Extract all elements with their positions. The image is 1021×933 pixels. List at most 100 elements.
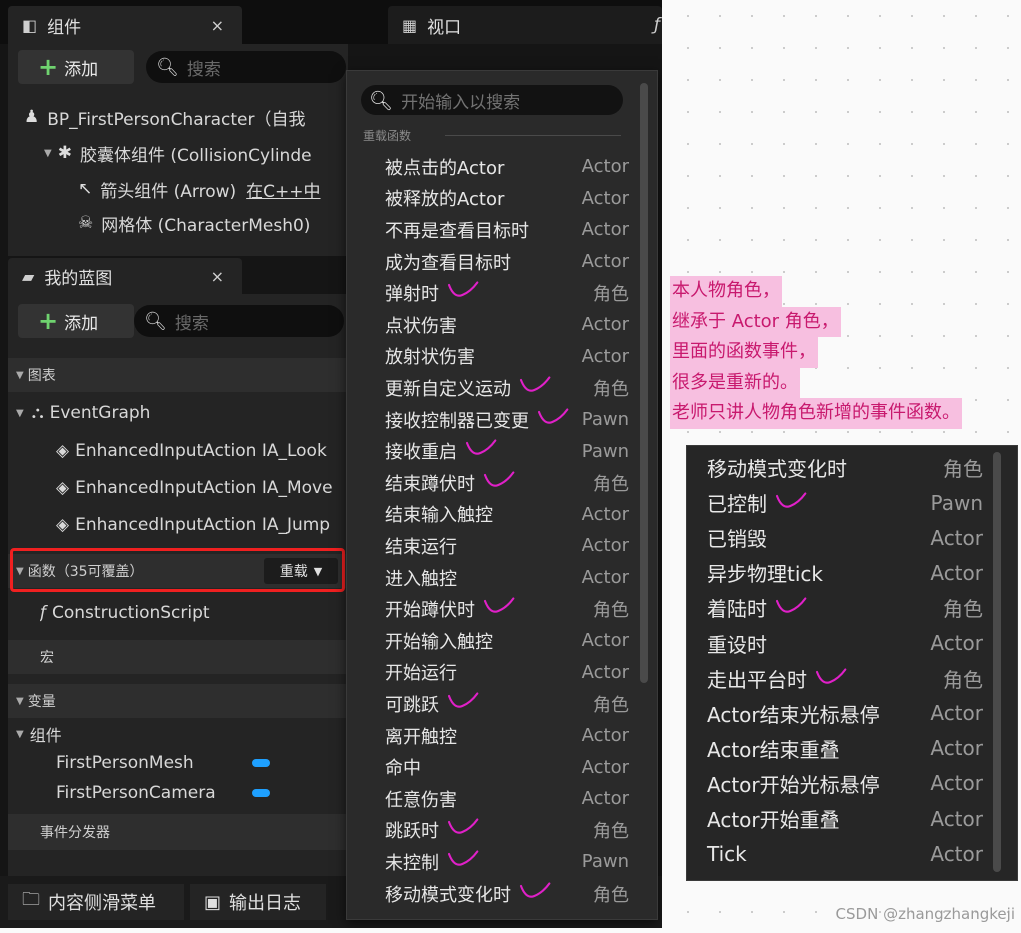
menu-item-label: Actor开始光标悬停 <box>707 772 880 797</box>
dispatchers-section[interactable]: 事件分发器 <box>8 814 348 850</box>
menu-item[interactable]: 点状伤害 Actor <box>347 309 637 341</box>
menu-item[interactable]: 更新自定义运动 角色 <box>347 372 637 404</box>
menu-item-label: Tick <box>707 841 747 866</box>
menu-item-type: 角色 <box>593 473 629 495</box>
menu-item[interactable]: 离开触控 Actor <box>347 720 637 752</box>
search-icon: 🔍︎ <box>156 56 179 78</box>
components-var-group[interactable]: ▼ 组件 <box>16 722 346 746</box>
menu-item[interactable]: 结束蹲伏时 角色 <box>347 467 637 499</box>
menu-item[interactable]: 放射状伤害 Actor <box>347 341 637 373</box>
menu-item[interactable]: 未控制 Pawn <box>347 846 637 878</box>
input-action-move[interactable]: ◈ EnhancedInputAction IA_Move <box>56 475 346 501</box>
tree-item-mesh[interactable]: ☠ 网格体 (CharacterMesh0) <box>78 210 344 236</box>
tree-item-root[interactable]: ♟ BP_FirstPersonCharacter（自我 <box>24 104 344 130</box>
checkmark-annotation <box>483 471 515 487</box>
menu-item[interactable]: 结束运行 Actor <box>347 530 637 562</box>
menu-item-label: 开始输入触控 <box>385 631 493 653</box>
input-action-look[interactable]: ◈ EnhancedInputAction IA_Look <box>56 438 346 464</box>
menu-item-label: 走出平台时 <box>707 664 849 693</box>
search-placeholder: 搜索 <box>186 59 221 80</box>
menu-item[interactable]: 被释放的Actor Actor <box>347 183 637 215</box>
menu-item[interactable]: Actor结束重叠 Actor <box>687 731 997 766</box>
menu-item-type: 角色 <box>593 821 629 843</box>
menu-item[interactable]: Actor开始光标悬停 Actor <box>687 766 997 801</box>
close-icon[interactable]: × <box>211 267 224 286</box>
chevron-down-icon[interactable]: ▼ <box>44 148 52 159</box>
menu-item-label: 接收控制器已变更 <box>385 407 571 433</box>
menu-item[interactable]: 开始输入触控 Actor <box>347 625 637 657</box>
menu-item[interactable]: 接收控制器已变更 Pawn <box>347 404 637 436</box>
event-graph-item[interactable]: ▼ ⛬ EventGraph <box>16 400 346 426</box>
menu-item[interactable]: 跳跃时 角色 <box>347 815 637 847</box>
tree-item-capsule[interactable]: ▼ ✱ 胶囊体组件 (CollisionCylinde <box>44 140 344 166</box>
graphs-section[interactable]: ▼ 图表 <box>8 358 348 392</box>
scrollbar[interactable] <box>993 452 1001 872</box>
menu-item-type: Pawn <box>581 409 629 431</box>
tab-my-blueprint[interactable]: ▰ 我的蓝图 × <box>8 258 242 294</box>
menu-item[interactable]: 结束输入触控 Actor <box>347 499 637 531</box>
tab-viewport[interactable]: ▦ 视口 ƒ <box>388 6 662 44</box>
variables-section[interactable]: ▼ 变量 <box>8 684 348 718</box>
event-icon: ◈ <box>56 478 70 498</box>
menu-item-type: Pawn <box>581 440 629 462</box>
menu-item[interactable]: Actor开始重叠 Actor <box>687 801 997 836</box>
menu-item[interactable]: 移动模式变化时 角色 <box>687 450 997 485</box>
content-drawer-button[interactable]: 🗀 内容侧滑菜单 <box>8 884 184 920</box>
menu-item-label: 命中 <box>385 758 421 780</box>
construction-script-item[interactable]: ƒ ConstructionScript <box>40 600 340 626</box>
menu-item[interactable]: 成为查看目标时 Actor <box>347 246 637 278</box>
menu-item[interactable]: 着陆时 角色 <box>687 590 997 625</box>
scrollbar[interactable] <box>640 83 648 683</box>
menu-item-type: Actor <box>581 156 629 178</box>
menu-item-type: Actor <box>581 725 629 747</box>
menu-item[interactable]: 重设时 Actor <box>687 626 997 661</box>
menu-item-type: Actor <box>581 503 629 525</box>
menu-item[interactable]: 开始运行 Actor <box>347 657 637 689</box>
blueprint-search-input[interactable]: 🔍︎ 搜索 <box>134 305 344 337</box>
menu-search-input[interactable]: 🔍︎ 开始输入以搜索 <box>361 85 623 115</box>
menu-item[interactable]: 开始蹲伏时 角色 <box>347 593 637 625</box>
search-icon: 🔍︎ <box>144 310 167 332</box>
close-icon[interactable]: × <box>211 16 224 35</box>
menu-item[interactable]: 走出平台时 角色 <box>687 661 997 696</box>
menu-item[interactable]: 命中 Actor <box>347 751 637 783</box>
menu-item[interactable]: Actor结束光标悬停 Actor <box>687 696 997 731</box>
add-button[interactable]: + 添加 <box>18 304 134 338</box>
menu-item[interactable]: 异步物理tick Actor <box>687 555 997 590</box>
chevron-down-icon: ▼ <box>16 728 24 740</box>
menu-item[interactable]: 不再是查看目标时 Actor <box>347 214 637 246</box>
macros-section[interactable]: 宏 <box>8 640 348 674</box>
plus-icon: + <box>38 307 59 335</box>
menu-item[interactable]: Tick Actor <box>687 836 997 871</box>
menu-item-label: Actor开始重叠 <box>707 808 840 832</box>
capsule-icon: ✱ <box>57 143 72 163</box>
menu-item-label: 接收重启 <box>385 438 499 464</box>
output-log-button[interactable]: ▣ 输出日志 <box>190 884 326 920</box>
checkmark-annotation <box>483 597 515 613</box>
menu-item-type: Actor <box>581 187 629 209</box>
menu-item-type: Actor <box>930 560 983 585</box>
tree-item-arrow[interactable]: ↖ 箭头组件 (Arrow) 在C++中 <box>78 176 344 202</box>
cpp-link[interactable]: 在C++中 <box>246 177 320 202</box>
tab-components[interactable]: ◧ 组件 × <box>8 6 242 44</box>
menu-item[interactable]: 已销毁 Actor <box>687 520 997 555</box>
menu-item[interactable]: 可跳跃 角色 <box>347 688 637 720</box>
components-search-input[interactable]: 🔍︎ 搜索 <box>146 51 346 83</box>
tab-components-label: 组件 <box>47 17 82 38</box>
menu-item-label: 任意伤害 <box>385 789 457 811</box>
checkmark-annotation <box>519 882 551 898</box>
override-functions-menu: 🔍︎ 开始输入以搜索 重载函数 被点击的Actor Actor 被释放的Actor A… <box>346 70 658 920</box>
menu-item[interactable]: 接收重启 Pawn <box>347 435 637 467</box>
menu-item-label: 被释放的Actor <box>385 189 505 211</box>
menu-item[interactable]: 进入触控 Actor <box>347 562 637 594</box>
add-component-button[interactable]: + 添加 <box>18 50 134 84</box>
menu-item[interactable]: 移动模式变化时 角色 <box>347 878 637 910</box>
menu-item[interactable]: 弹射时 角色 <box>347 277 637 309</box>
menu-item[interactable]: 任意伤害 Actor <box>347 783 637 815</box>
menu-item[interactable]: 被点击的Actor Actor <box>347 151 637 183</box>
input-action-jump[interactable]: ◈ EnhancedInputAction IA_Jump <box>56 512 346 538</box>
menu-item-label: 弹射时 <box>385 280 481 306</box>
plus-icon: + <box>38 53 59 81</box>
menu-item[interactable]: 已控制 Pawn <box>687 485 997 520</box>
menu-item-type: 角色 <box>593 378 629 400</box>
